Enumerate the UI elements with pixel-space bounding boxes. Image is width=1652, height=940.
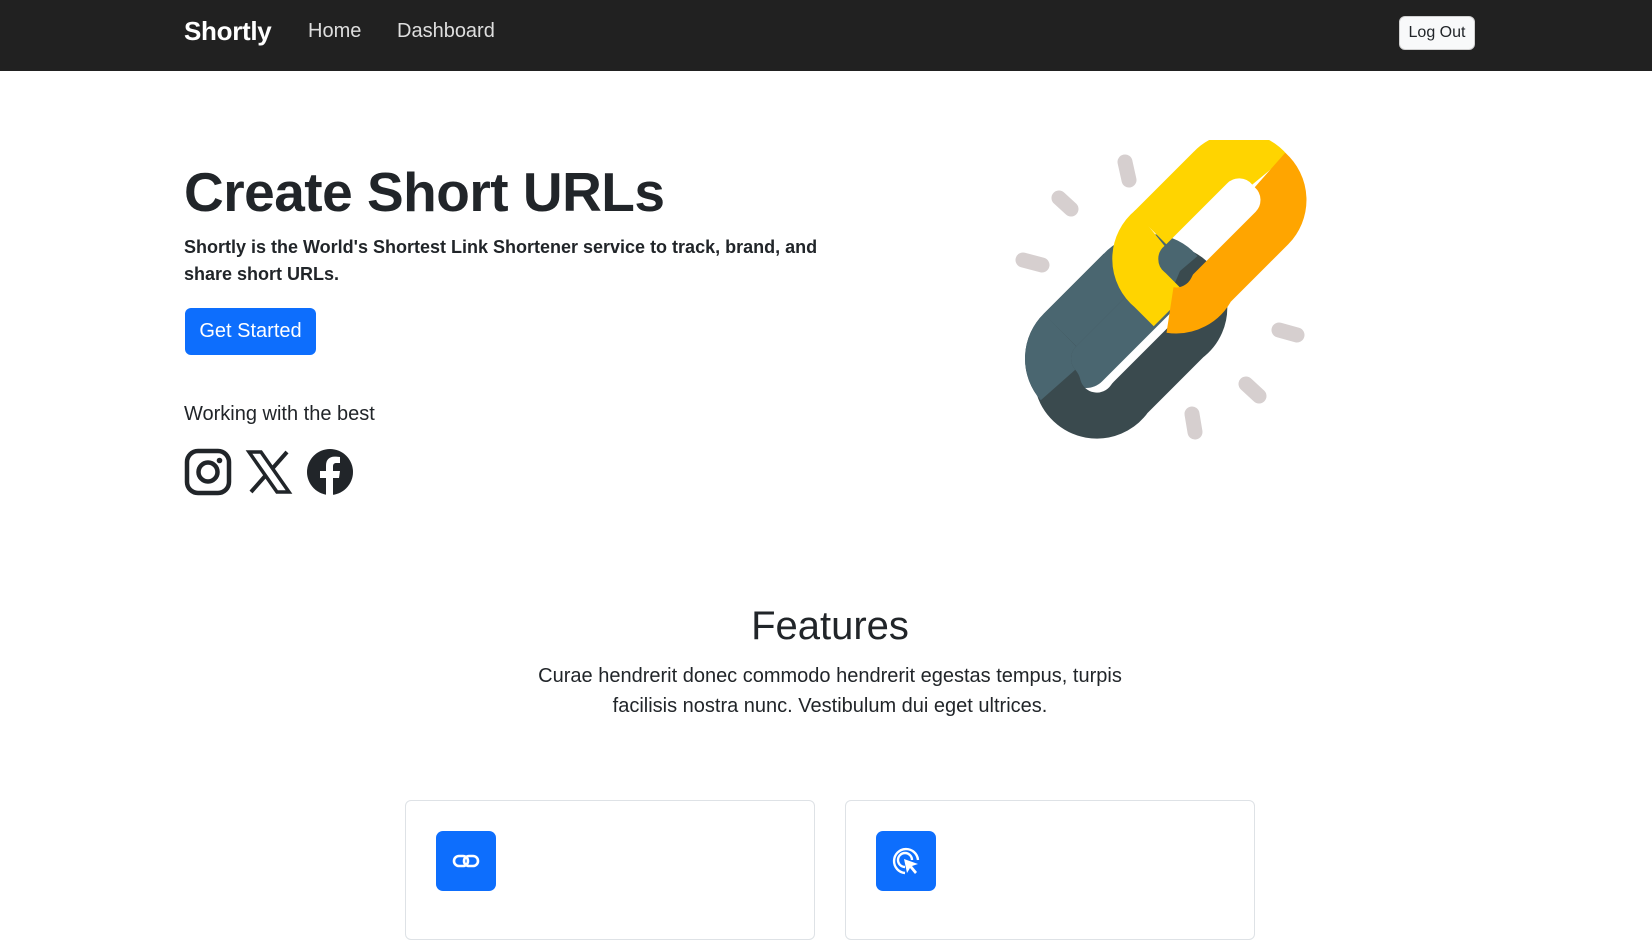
feature-card xyxy=(845,800,1255,940)
get-started-button[interactable]: Get Started xyxy=(185,308,316,355)
facebook-icon[interactable] xyxy=(306,448,354,496)
brand-logo[interactable]: Shortly xyxy=(184,16,272,47)
features-description: Curae hendrerit donec commodo hendrerit … xyxy=(538,665,1122,717)
click-cursor-icon xyxy=(892,847,920,875)
top-navbar: Shortly Home Dashboard Log Out xyxy=(0,0,1652,71)
nav-link-dashboard[interactable]: Dashboard xyxy=(397,20,495,43)
features-title: Features xyxy=(751,604,909,648)
feature-card xyxy=(405,800,815,940)
link-icon xyxy=(452,854,480,868)
x-icon[interactable] xyxy=(245,448,293,496)
partners-label: Working with the best xyxy=(184,403,375,425)
instagram-icon[interactable] xyxy=(184,448,232,496)
hero-title: Create Short URLs xyxy=(184,161,665,223)
feature-icon-box xyxy=(876,831,936,891)
hero-subtitle: Shortly is the World's Shortest Link Sho… xyxy=(184,237,818,284)
logout-button[interactable]: Log Out xyxy=(1399,16,1475,50)
chain-link-icon xyxy=(1015,140,1307,440)
nav-link-home[interactable]: Home xyxy=(308,20,361,43)
feature-icon-box xyxy=(436,831,496,891)
